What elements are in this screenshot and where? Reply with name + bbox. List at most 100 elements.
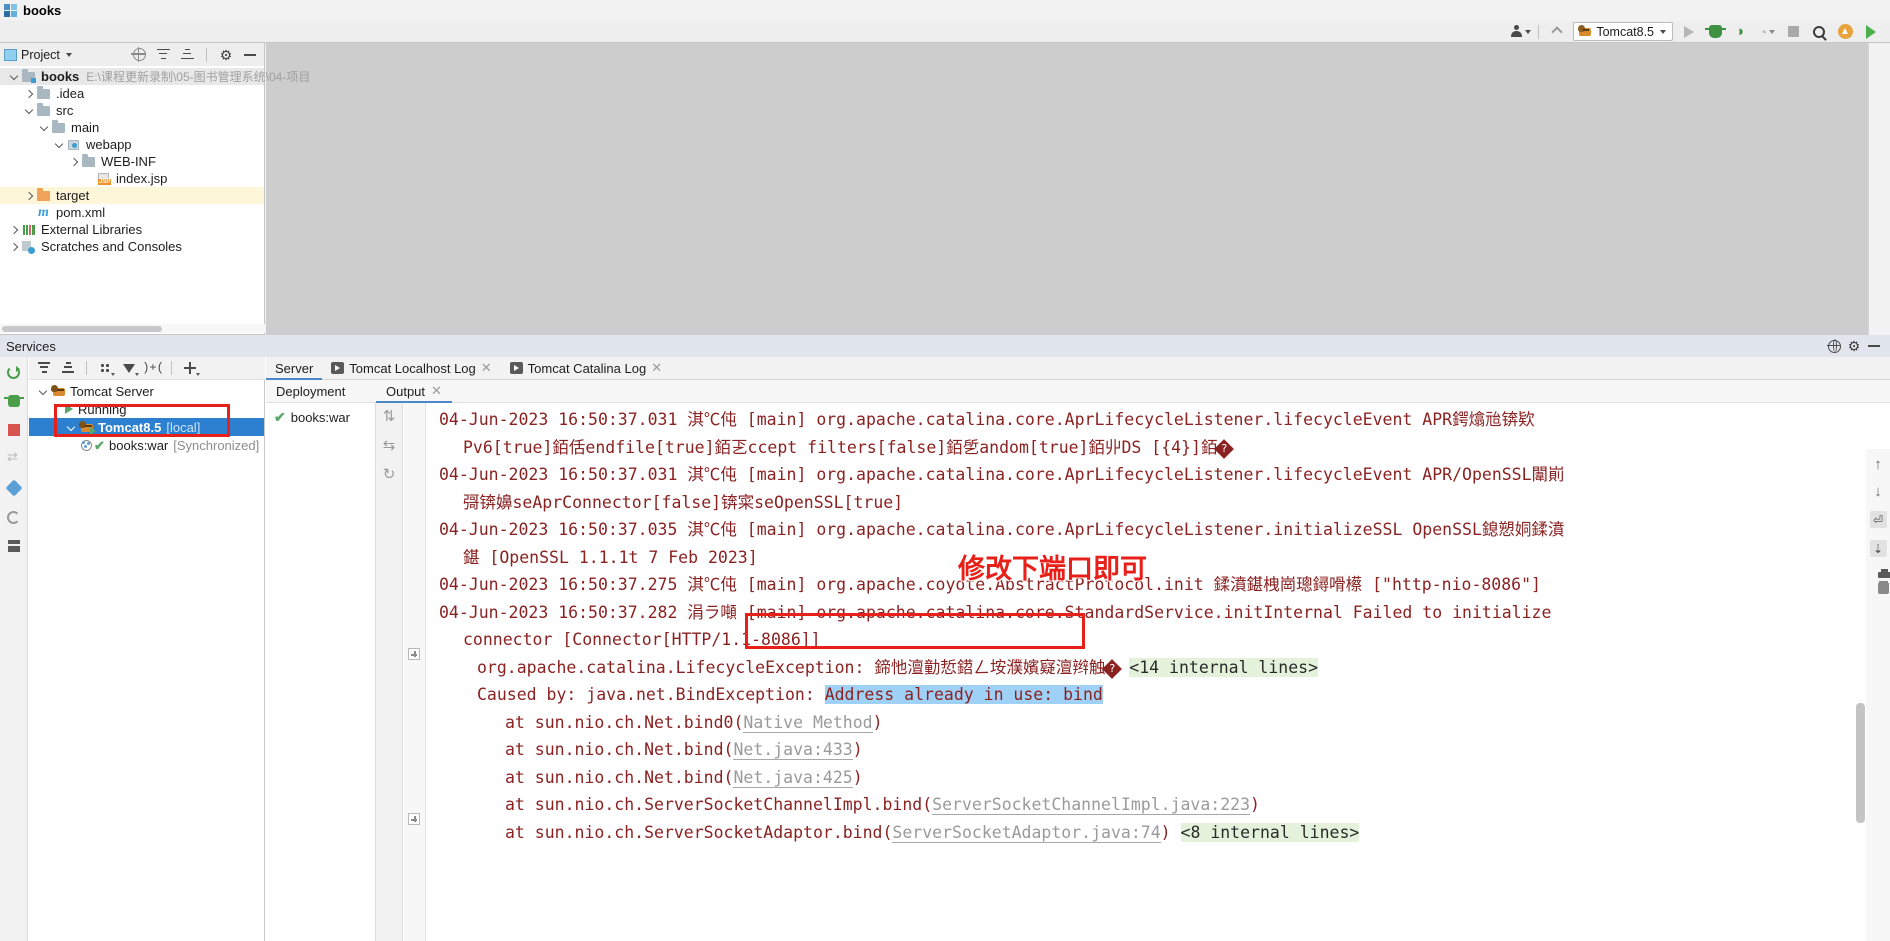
fold-toggle-icon[interactable] <box>408 813 420 825</box>
close-icon[interactable]: ✕ <box>431 384 442 397</box>
internal-lines-badge[interactable]: <8 internal lines> <box>1180 822 1360 842</box>
expand-all-icon[interactable] <box>33 359 55 378</box>
redeploy-icon[interactable]: ↻ <box>383 467 396 482</box>
gear-icon[interactable]: ⚙ <box>216 46 236 64</box>
tree-node-target[interactable]: target <box>0 187 264 204</box>
tomcat-icon <box>51 384 67 398</box>
minimize-icon[interactable] <box>240 46 260 64</box>
subtab-label: Output <box>386 383 426 399</box>
scroll-to-end-icon[interactable]: ⇣ <box>1869 540 1887 557</box>
chevron-right-icon[interactable] <box>23 189 36 202</box>
services-node-running[interactable]: Running <box>29 400 264 418</box>
minimize-icon[interactable] <box>1864 337 1884 355</box>
internal-lines-badge[interactable]: <14 internal lines> <box>1129 657 1319 677</box>
debug-icon[interactable] <box>3 392 24 410</box>
services-tool-window-header: Services ⚙ <box>0 335 1890 357</box>
tree-node-scratches[interactable]: Scratches and Consoles <box>0 238 264 255</box>
stacktrace-link[interactable]: Native Method <box>743 712 873 733</box>
expand-all-icon[interactable] <box>153 46 173 64</box>
collapse-all-icon[interactable] <box>57 359 79 378</box>
search-magnifier-icon[interactable] <box>1806 22 1832 42</box>
chevron-right-icon[interactable] <box>23 87 36 100</box>
chevron-down-icon[interactable] <box>65 420 79 434</box>
tab-server[interactable]: Server <box>266 357 323 380</box>
fold-toggle-icon[interactable] <box>408 648 420 660</box>
log-line-close: ) <box>852 740 863 759</box>
stacktrace-link[interactable]: ServerSocketChannelImpl.java:223 <box>932 795 1251 815</box>
output-console[interactable]: 04-Jun-2023 16:50:37.031 淇℃伅 [main] org.… <box>404 403 1890 941</box>
tree-node-label: External Libraries <box>41 222 143 237</box>
output-vertical-scrollbar[interactable] <box>1856 703 1865 823</box>
close-icon[interactable]: ✕ <box>651 361 662 374</box>
collapse-all-icon[interactable] <box>177 46 197 64</box>
tree-node-external-libraries[interactable]: External Libraries <box>0 221 264 238</box>
scroll-up-icon[interactable]: ↑ <box>1874 457 1882 472</box>
stop-icon[interactable] <box>5 421 23 439</box>
add-icon[interactable] <box>179 359 201 378</box>
stacktrace-link[interactable]: Net.java:433 <box>733 740 853 760</box>
chevron-down-icon[interactable] <box>37 384 51 398</box>
chevron-right-icon[interactable] <box>8 240 21 253</box>
tree-node-src[interactable]: src <box>0 102 264 119</box>
restart-icon[interactable] <box>5 508 23 526</box>
tab-tomcat-localhost-log[interactable]: Tomcat Localhost Log ✕ <box>322 357 500 379</box>
subtab-output[interactable]: Output ✕ <box>376 380 452 403</box>
services-node-tomcat85-local[interactable]: Tomcat8.5 [local] <box>29 418 264 436</box>
folder-icon <box>81 154 97 169</box>
tab-tomcat-catalina-log[interactable]: Tomcat Catalina Log ✕ <box>501 357 671 379</box>
deployment-item-books-war[interactable]: ✔ books:war <box>266 407 375 427</box>
stacktrace-link[interactable]: Net.java:425 <box>733 767 853 788</box>
filter-icon[interactable] <box>118 359 140 378</box>
tree-node-main[interactable]: main <box>0 119 264 136</box>
stacktrace-link[interactable]: ServerSocketAdaptor.java:74 <box>892 822 1161 843</box>
tree-node-webapp[interactable]: webapp <box>0 136 264 153</box>
layout-icon[interactable] <box>5 537 23 555</box>
soft-wrap-icon[interactable]: ⏎ <box>1869 511 1887 528</box>
debug-bug-icon[interactable] <box>1702 22 1728 42</box>
chevron-down-icon[interactable] <box>23 104 36 117</box>
profiler-icon[interactable]: ◔ <box>1754 22 1780 42</box>
user-avatar-icon[interactable] <box>1507 22 1533 42</box>
close-icon[interactable]: ✕ <box>481 361 492 374</box>
deploy-arrows-icon[interactable]: ⇅ <box>383 409 396 424</box>
services-node-tomcat-server[interactable]: Tomcat Server <box>29 382 264 400</box>
tree-node-books[interactable]: books E:\课程更新录制\05-图书管理系统\04-项目 <box>0 68 310 85</box>
chevron-up-icon[interactable] <box>1544 22 1570 42</box>
group-by-icon[interactable] <box>94 359 116 378</box>
project-horizontal-scrollbar[interactable] <box>0 324 265 333</box>
chevron-right-icon[interactable] <box>8 223 21 236</box>
filter-icon[interactable] <box>5 479 23 497</box>
run-coverage-icon[interactable]: ◗ <box>1728 22 1754 42</box>
stop-square-icon[interactable] <box>1780 22 1806 42</box>
scroll-down-icon[interactable]: ↓ <box>1874 484 1882 499</box>
update-arrow-icon[interactable] <box>1832 22 1858 42</box>
green-triangle-icon[interactable] <box>1858 22 1884 42</box>
tree-node-index-jsp[interactable]: JSP index.jsp <box>0 170 264 187</box>
chevron-right-icon[interactable] <box>51 402 65 416</box>
scroll-from-source-icon[interactable] <box>129 46 149 64</box>
chevron-down-icon[interactable] <box>53 138 66 151</box>
chevron-right-icon[interactable] <box>68 155 81 168</box>
folder-icon <box>36 103 52 118</box>
subtab-deployment[interactable]: Deployment <box>266 380 376 402</box>
add-tab-icon[interactable]: )+( <box>142 359 164 378</box>
running-icon <box>65 404 73 414</box>
tree-node-idea[interactable]: .idea <box>0 85 264 102</box>
run-console-icon <box>509 362 523 374</box>
tree-node-pom-xml[interactable]: m pom.xml <box>0 204 264 221</box>
run-configuration-selector[interactable]: Tomcat8.5 <box>1573 22 1673 41</box>
chevron-down-icon[interactable] <box>65 52 72 57</box>
chevron-down-icon[interactable] <box>38 121 51 134</box>
undeploy-arrows-icon[interactable]: ⇆ <box>383 438 396 453</box>
tab-label: Server <box>275 360 314 376</box>
tab-label: Tomcat Catalina Log <box>527 360 647 376</box>
gear-icon[interactable]: ⚙ <box>1844 337 1864 355</box>
chevron-down-icon[interactable] <box>8 70 21 83</box>
tomcat-running-icon <box>79 420 96 435</box>
services-node-books-war[interactable]: ✔ books:war [Synchronized] <box>29 436 264 454</box>
run-play-icon[interactable] <box>1676 22 1702 42</box>
resume-icon[interactable] <box>5 449 23 468</box>
tree-node-web-inf[interactable]: WEB-INF <box>0 153 264 170</box>
rerun-icon[interactable] <box>5 363 23 381</box>
globe-icon[interactable] <box>1824 337 1844 355</box>
